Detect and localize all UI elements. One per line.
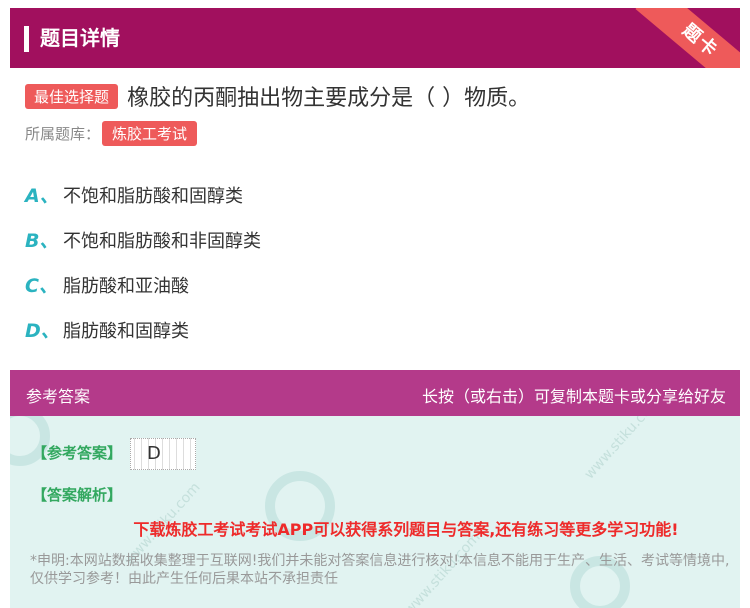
- question-text: 橡胶的丙酮抽出物主要成分是（ ）物质。: [127, 86, 531, 111]
- option-c[interactable]: C、 脂肪酸和亚油酸: [25, 262, 261, 307]
- option-d[interactable]: D、 脂肪酸和固醇类: [25, 307, 261, 352]
- option-text: 不饱和脂肪酸和非固醇类: [63, 230, 261, 252]
- option-letter: D、: [25, 320, 60, 342]
- question-row: 最佳选择题 橡胶的丙酮抽出物主要成分是（ ）物质。: [25, 80, 740, 112]
- reference-answer-image: D: [130, 438, 196, 470]
- disclaimer-text: *申明:本网站数据收集整理于互联网!我们并未能对答案信息进行核对!本信息不能用于…: [30, 553, 730, 587]
- analysis-label: 【答案解析】: [32, 486, 123, 504]
- download-promo-link[interactable]: 下载炼胶工考试考试APP可以获得系列题目与答案,还有练习等更多学习功能!: [10, 516, 740, 540]
- option-a[interactable]: A、 不饱和脂肪酸和固醇类: [25, 172, 261, 217]
- title-accent-bar: [24, 26, 29, 52]
- page-title: 题目详情: [40, 26, 120, 50]
- bank-label: 所属题库：: [25, 125, 101, 143]
- question-type-badge: 最佳选择题: [25, 83, 119, 109]
- answer-title: 参考答案: [26, 387, 91, 406]
- share-hint: 长按（或右击）可复制本题卡或分享给好友: [421, 387, 726, 406]
- bank-badge[interactable]: 炼胶工考试: [102, 121, 198, 146]
- answer-body: www.stiku.com www.stiku.com www.stiku.co…: [10, 416, 740, 608]
- option-letter: B、: [25, 230, 59, 252]
- reference-answer-label: 【参考答案】: [32, 444, 123, 462]
- bank-row: 所属题库： 炼胶工考试: [25, 121, 198, 146]
- option-text: 脂肪酸和固醇类: [63, 320, 189, 342]
- option-letter: A、: [25, 185, 59, 207]
- answer-header: 参考答案 长按（或右击）可复制本题卡或分享给好友: [10, 370, 740, 416]
- option-b[interactable]: B、 不饱和脂肪酸和非固醇类: [25, 217, 261, 262]
- title-bar: 题目详情 题卡: [10, 8, 740, 68]
- watermark-url: www.stiku.com: [581, 416, 664, 483]
- card-ribbon[interactable]: 题卡: [630, 8, 740, 68]
- option-text: 脂肪酸和亚油酸: [63, 275, 189, 297]
- ribbon-label: 题卡: [635, 8, 740, 68]
- options-list: A、 不饱和脂肪酸和固醇类 B、 不饱和脂肪酸和非固醇类 C、 脂肪酸和亚油酸 …: [25, 172, 261, 352]
- option-text: 不饱和脂肪酸和固醇类: [63, 185, 243, 207]
- option-letter: C、: [25, 275, 58, 297]
